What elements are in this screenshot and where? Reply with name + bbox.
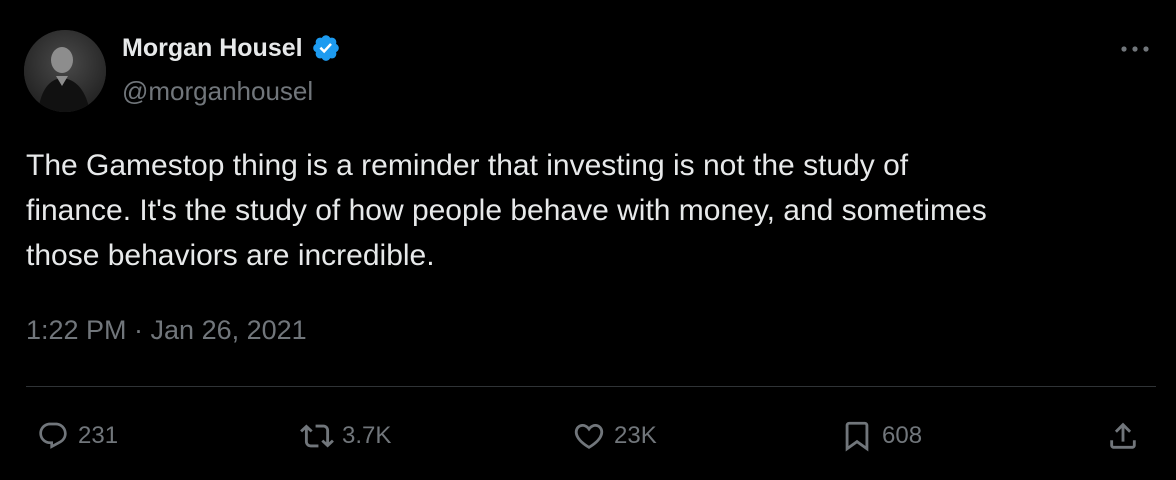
more-options-button[interactable]	[1118, 36, 1152, 62]
like-count: 23K	[614, 422, 657, 449]
author-handle[interactable]: @morganhousel	[122, 76, 313, 107]
bookmark-button[interactable]: 608	[840, 416, 922, 456]
reply-count: 231	[78, 422, 119, 449]
avatar[interactable]	[24, 30, 106, 112]
retweet-icon	[300, 419, 334, 453]
reply-button[interactable]: 231	[36, 416, 118, 456]
share-button[interactable]	[1106, 416, 1140, 456]
retweet-button[interactable]: 3.7K	[300, 416, 391, 456]
author-name[interactable]: Morgan Housel	[122, 34, 303, 63]
share-icon	[1106, 419, 1140, 453]
author-name-row[interactable]: Morgan Housel	[122, 33, 341, 63]
tweet-timestamp[interactable]: 1:22 PM · Jan 26, 2021	[26, 315, 307, 346]
tweet-text: The Gamestop thing is a reminder that in…	[26, 149, 987, 272]
more-dots-icon	[1121, 46, 1149, 52]
heart-icon	[572, 419, 606, 453]
bookmark-count: 608	[882, 422, 923, 449]
retweet-count: 3.7K	[342, 422, 392, 449]
divider	[26, 386, 1156, 387]
bookmark-icon	[840, 419, 874, 453]
tweet-card: Morgan Housel @morganhousel The Gamestop…	[0, 0, 1176, 480]
verified-badge-icon	[311, 33, 341, 63]
avatar-photo	[24, 30, 106, 112]
like-button[interactable]: 23K	[572, 416, 657, 456]
reply-icon	[36, 419, 70, 453]
